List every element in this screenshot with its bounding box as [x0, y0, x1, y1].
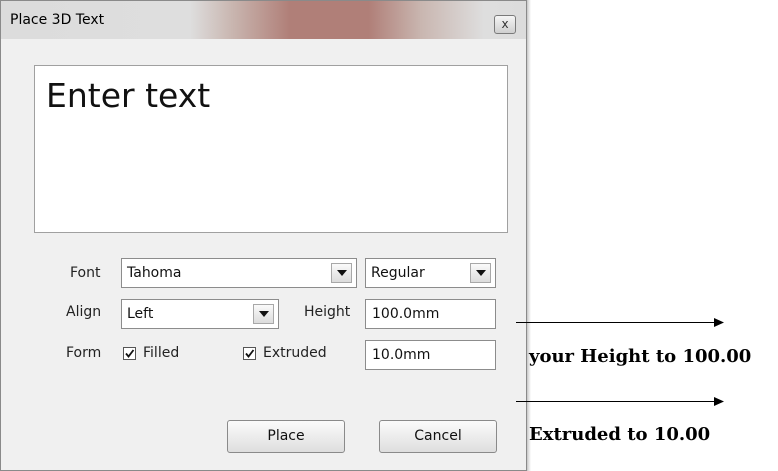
height-annotation-line — [516, 322, 722, 323]
font-style-select[interactable]: Regular — [365, 258, 496, 288]
align-label: Align — [66, 304, 102, 320]
cancel-button[interactable]: Cancel — [379, 420, 497, 453]
height-input[interactable]: 100.0mm — [365, 299, 496, 329]
close-icon: x — [501, 17, 509, 31]
arrow-right-icon — [714, 397, 724, 406]
checkmark-icon — [245, 349, 255, 358]
align-dropdown-button[interactable] — [253, 304, 274, 324]
font-family-dropdown-button[interactable] — [331, 263, 352, 283]
chevron-down-icon — [476, 270, 486, 276]
align-value: Left — [127, 306, 154, 322]
dialog-title: Place 3D Text — [10, 12, 105, 28]
height-label: Height — [304, 304, 351, 320]
font-style-dropdown-button[interactable] — [470, 263, 491, 283]
extruded-annotation-text: Extruded to 10.00 — [529, 424, 711, 445]
filled-label[interactable]: Filled — [143, 345, 179, 361]
checkmark-icon — [125, 349, 135, 358]
font-style-value: Regular — [371, 265, 425, 281]
align-select[interactable]: Left — [121, 299, 279, 329]
close-button[interactable]: x — [494, 15, 516, 34]
title-bar[interactable]: Place 3D Text x — [1, 1, 526, 39]
height-annotation-text: your Height to 100.00 — [529, 346, 752, 367]
dialog-body: Enter text Font Tahoma Regular Align Lef… — [9, 41, 519, 465]
extruded-annotation-line — [516, 401, 722, 402]
text-entry-area[interactable]: Enter text — [34, 65, 508, 233]
font-family-select[interactable]: Tahoma — [121, 258, 357, 288]
place-button[interactable]: Place — [227, 420, 345, 453]
chevron-down-icon — [259, 311, 269, 317]
extruded-input[interactable]: 10.0mm — [365, 340, 496, 370]
extruded-label[interactable]: Extruded — [263, 345, 327, 361]
font-family-value: Tahoma — [127, 265, 182, 281]
place-3d-text-dialog: Place 3D Text x Enter text Font Tahoma R… — [0, 0, 527, 471]
filled-checkbox[interactable] — [123, 347, 136, 360]
extruded-checkbox[interactable] — [243, 347, 256, 360]
extruded-value: 10.0mm — [372, 347, 431, 363]
arrow-right-icon — [714, 318, 724, 327]
form-label: Form — [66, 345, 102, 361]
chevron-down-icon — [337, 270, 347, 276]
height-value: 100.0mm — [372, 306, 440, 322]
font-label: Font — [70, 265, 101, 281]
